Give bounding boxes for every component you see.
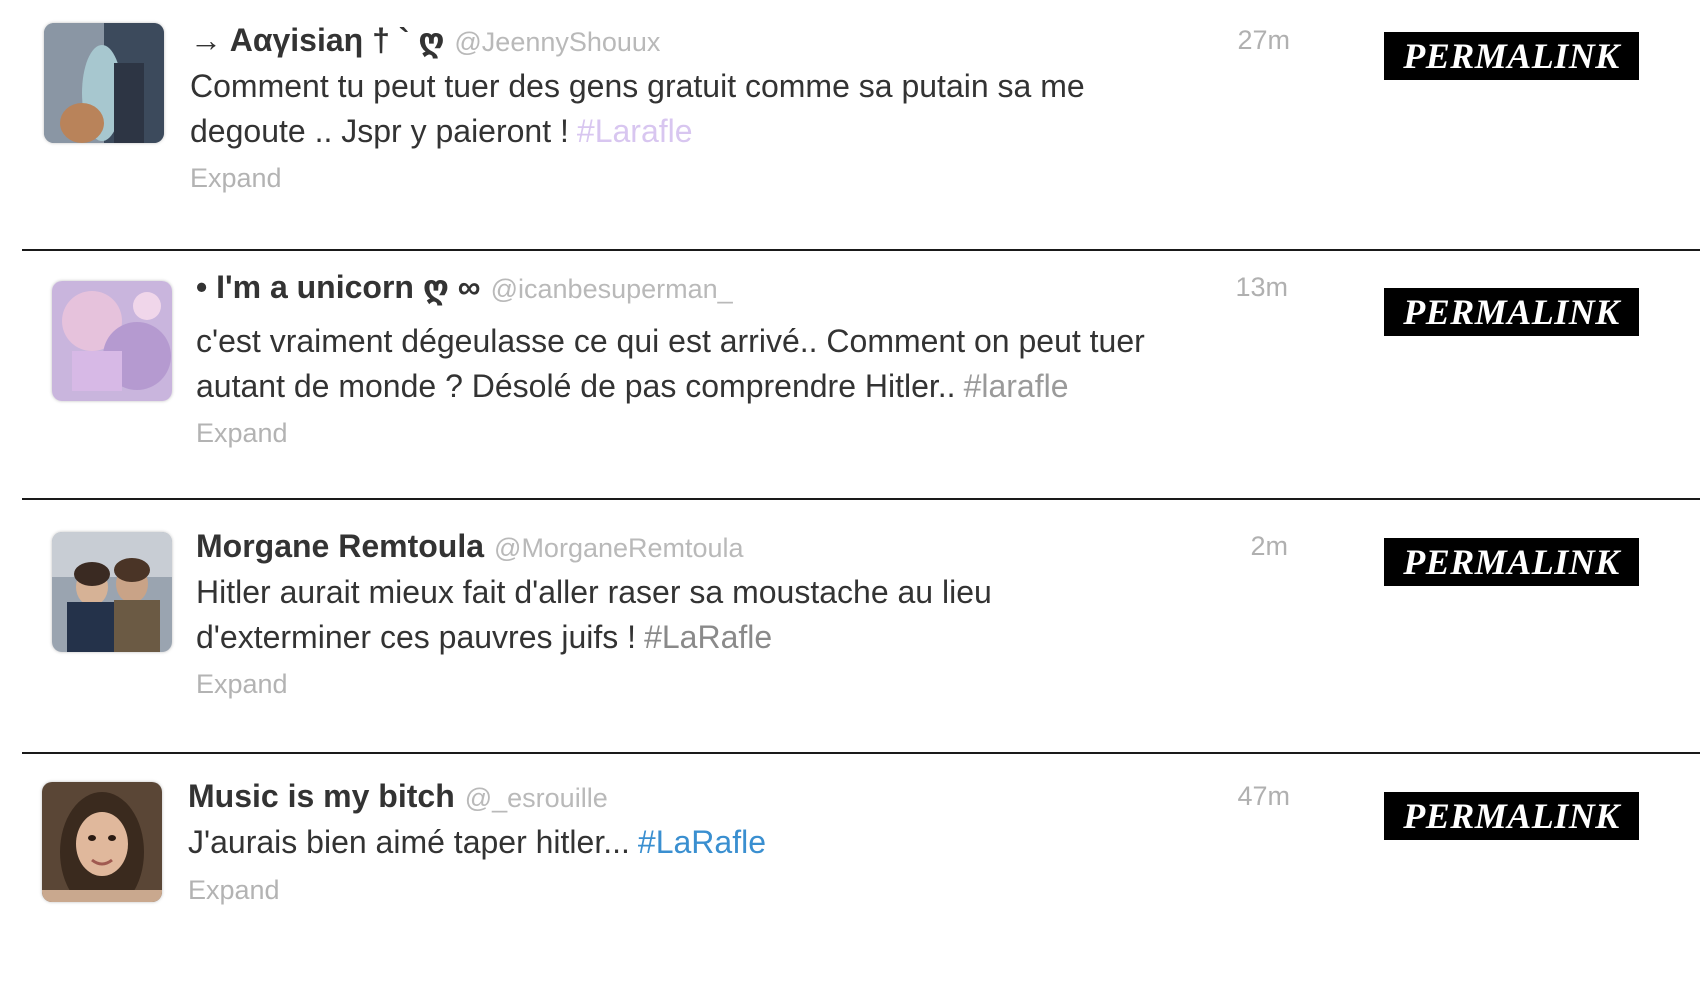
- permalink-button[interactable]: PERMALINK: [1384, 32, 1639, 80]
- tweet-text: c'est vraiment dégeulasse ce qui est arr…: [196, 319, 1246, 409]
- permalink-button[interactable]: PERMALINK: [1384, 538, 1639, 586]
- tweet-text-line: Comment tu peut tuer des gens gratuit co…: [190, 68, 1085, 104]
- tweet-header: Music is my bitch @_esrouille: [188, 776, 608, 818]
- avatar[interactable]: [52, 532, 172, 652]
- tweet-item: → Aαγisiaη † ` ღ @JeennyShouux 27m Commen…: [0, 0, 1700, 240]
- tweet-text-segment: autant de monde ? Désolé de pas comprend…: [196, 368, 956, 404]
- tweet-text-line: J'aurais bien aimé taper hitler... #LaRaf…: [188, 820, 1238, 865]
- permalink-button[interactable]: PERMALINK: [1384, 288, 1639, 336]
- hashtag-link[interactable]: #larafle: [964, 368, 1069, 404]
- tweet-text-line: Hitler aurait mieux fait d'aller raser s…: [196, 574, 992, 610]
- expand-link[interactable]: Expand: [190, 160, 282, 196]
- expand-link[interactable]: Expand: [188, 872, 280, 908]
- hashtag-link[interactable]: #LaRafle: [644, 619, 772, 655]
- tweet-text-segment: J'aurais bien aimé taper hitler...: [188, 824, 630, 860]
- tweet-text-line: autant de monde ? Désolé de pas comprend…: [196, 364, 1246, 409]
- tweet-timestamp[interactable]: 27m: [1170, 20, 1290, 60]
- display-name[interactable]: Morgane Remtoula: [196, 528, 484, 564]
- tweet-item: • I'm a unicorn ღ ∞ @icanbesuperman_ 13m …: [0, 251, 1700, 491]
- tweet-header: Morgane Remtoula @MorganeRemtoula: [196, 526, 744, 568]
- tweet-text: Hitler aurait mieux fait d'aller raser s…: [196, 570, 1246, 660]
- tweet-item: Music is my bitch @_esrouille 47m J'aurai…: [0, 754, 1700, 994]
- expand-link[interactable]: Expand: [196, 666, 288, 702]
- user-handle[interactable]: @_esrouille: [465, 783, 608, 813]
- tweet-text-line: degoute .. Jspr y paieront ! #Larafle: [190, 109, 1240, 154]
- display-name[interactable]: → Aαγisiaη † ` ღ: [190, 22, 444, 58]
- tweet-text-line: c'est vraiment dégeulasse ce qui est arr…: [196, 323, 1145, 359]
- user-handle[interactable]: @MorganeRemtoula: [494, 533, 744, 563]
- display-name[interactable]: • I'm a unicorn ღ ∞: [196, 269, 481, 305]
- avatar[interactable]: [44, 23, 164, 143]
- expand-link[interactable]: Expand: [196, 415, 288, 451]
- display-name[interactable]: Music is my bitch: [188, 778, 455, 814]
- tweet-text: Comment tu peut tuer des gens gratuit co…: [190, 64, 1240, 154]
- tweet-text-segment: degoute .. Jspr y paieront !: [190, 113, 569, 149]
- hashtag-link[interactable]: #Larafle: [577, 113, 693, 149]
- tweet-header: • I'm a unicorn ღ ∞ @icanbesuperman_: [196, 267, 733, 309]
- user-handle[interactable]: @icanbesuperman_: [491, 274, 733, 304]
- user-handle[interactable]: @JeennyShouux: [454, 27, 660, 57]
- tweet-timestamp[interactable]: 2m: [1168, 526, 1288, 566]
- tweet-header: → Aαγisiaη † ` ღ @JeennyShouux: [190, 20, 660, 62]
- tweet-feed: → Aαγisiaη † ` ღ @JeennyShouux 27m Commen…: [0, 0, 1700, 957]
- permalink-button[interactable]: PERMALINK: [1384, 792, 1639, 840]
- tweet-text-line: d'exterminer ces pauvres juifs ! #LaRafle: [196, 615, 1246, 660]
- tweet-item: Morgane Remtoula @MorganeRemtoula 2m Hitl…: [0, 500, 1700, 740]
- avatar[interactable]: [42, 782, 162, 902]
- tweet-timestamp[interactable]: 47m: [1170, 776, 1290, 816]
- tweet-timestamp[interactable]: 13m: [1168, 267, 1288, 307]
- tweet-text: J'aurais bien aimé taper hitler... #LaRaf…: [188, 820, 1238, 865]
- tweet-text-segment: d'exterminer ces pauvres juifs !: [196, 619, 637, 655]
- hashtag-link[interactable]: #LaRafle: [638, 824, 766, 860]
- avatar[interactable]: [52, 281, 172, 401]
